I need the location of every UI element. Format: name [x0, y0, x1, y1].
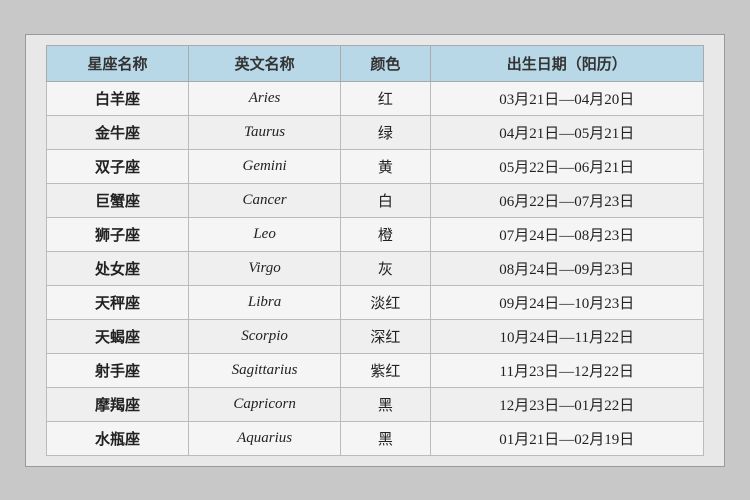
- cell-chinese: 天秤座: [47, 285, 189, 319]
- cell-dates: 12月23日—01月22日: [430, 387, 703, 421]
- header-color: 颜色: [341, 45, 430, 81]
- cell-color: 淡红: [341, 285, 430, 319]
- table-row: 狮子座Leo橙07月24日—08月23日: [47, 217, 704, 251]
- table-row: 天蝎座Scorpio深红10月24日—11月22日: [47, 319, 704, 353]
- cell-chinese: 射手座: [47, 353, 189, 387]
- cell-color: 橙: [341, 217, 430, 251]
- table-row: 巨蟹座Cancer白06月22日—07月23日: [47, 183, 704, 217]
- cell-chinese: 狮子座: [47, 217, 189, 251]
- cell-dates: 10月24日—11月22日: [430, 319, 703, 353]
- table-row: 白羊座Aries红03月21日—04月20日: [47, 81, 704, 115]
- table-row: 金牛座Taurus绿04月21日—05月21日: [47, 115, 704, 149]
- table-row: 处女座Virgo灰08月24日—09月23日: [47, 251, 704, 285]
- zodiac-table: 星座名称 英文名称 颜色 出生日期（阳历） 白羊座Aries红03月21日—04…: [46, 45, 704, 456]
- cell-dates: 06月22日—07月23日: [430, 183, 703, 217]
- cell-dates: 08月24日—09月23日: [430, 251, 703, 285]
- cell-chinese: 摩羯座: [47, 387, 189, 421]
- cell-chinese: 双子座: [47, 149, 189, 183]
- cell-color: 红: [341, 81, 430, 115]
- cell-dates: 04月21日—05月21日: [430, 115, 703, 149]
- cell-english: Cancer: [188, 183, 340, 217]
- cell-color: 紫红: [341, 353, 430, 387]
- table-row: 水瓶座Aquarius黑01月21日—02月19日: [47, 421, 704, 455]
- cell-dates: 03月21日—04月20日: [430, 81, 703, 115]
- cell-chinese: 水瓶座: [47, 421, 189, 455]
- table-row: 射手座Sagittarius紫红11月23日—12月22日: [47, 353, 704, 387]
- cell-english: Libra: [188, 285, 340, 319]
- cell-color: 黑: [341, 421, 430, 455]
- table-row: 双子座Gemini黄05月22日—06月21日: [47, 149, 704, 183]
- cell-dates: 07月24日—08月23日: [430, 217, 703, 251]
- cell-english: Taurus: [188, 115, 340, 149]
- cell-chinese: 处女座: [47, 251, 189, 285]
- table-header-row: 星座名称 英文名称 颜色 出生日期（阳历）: [47, 45, 704, 81]
- cell-dates: 11月23日—12月22日: [430, 353, 703, 387]
- cell-english: Gemini: [188, 149, 340, 183]
- cell-chinese: 白羊座: [47, 81, 189, 115]
- header-dates: 出生日期（阳历）: [430, 45, 703, 81]
- table-row: 摩羯座Capricorn黑12月23日—01月22日: [47, 387, 704, 421]
- cell-color: 白: [341, 183, 430, 217]
- cell-color: 黑: [341, 387, 430, 421]
- cell-dates: 01月21日—02月19日: [430, 421, 703, 455]
- cell-chinese: 天蝎座: [47, 319, 189, 353]
- cell-english: Capricorn: [188, 387, 340, 421]
- cell-english: Scorpio: [188, 319, 340, 353]
- cell-english: Aquarius: [188, 421, 340, 455]
- cell-color: 绿: [341, 115, 430, 149]
- header-english: 英文名称: [188, 45, 340, 81]
- header-chinese: 星座名称: [47, 45, 189, 81]
- cell-dates: 05月22日—06月21日: [430, 149, 703, 183]
- cell-english: Sagittarius: [188, 353, 340, 387]
- table-row: 天秤座Libra淡红09月24日—10月23日: [47, 285, 704, 319]
- table-container: 星座名称 英文名称 颜色 出生日期（阳历） 白羊座Aries红03月21日—04…: [25, 34, 725, 467]
- cell-chinese: 金牛座: [47, 115, 189, 149]
- cell-color: 灰: [341, 251, 430, 285]
- cell-english: Aries: [188, 81, 340, 115]
- cell-dates: 09月24日—10月23日: [430, 285, 703, 319]
- cell-color: 深红: [341, 319, 430, 353]
- cell-english: Leo: [188, 217, 340, 251]
- cell-english: Virgo: [188, 251, 340, 285]
- cell-color: 黄: [341, 149, 430, 183]
- cell-chinese: 巨蟹座: [47, 183, 189, 217]
